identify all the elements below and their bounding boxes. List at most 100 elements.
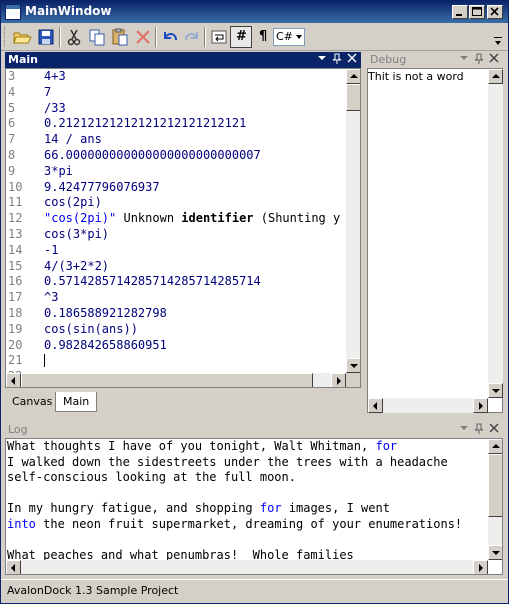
scroll-down-button[interactable] (488, 383, 503, 398)
debug-output[interactable]: Thit is not a word (367, 68, 503, 413)
line-number: 5 (8, 100, 16, 115)
hash-icon: # (236, 29, 247, 44)
code-editor[interactable]: 3 4+3 4 7 5/33 6 0.21212121212121212121212121 7… (5, 68, 361, 388)
arrow-down-icon (492, 551, 500, 555)
code-text: 0.982842658860951 (44, 337, 167, 352)
paste-button[interactable] (109, 26, 131, 48)
pin-icon (332, 53, 342, 64)
plain-text: (Shunting y (253, 211, 341, 226)
log-vertical-scrollbar[interactable] (488, 439, 502, 560)
debug-pane-header[interactable]: Debug (367, 52, 503, 68)
save-button[interactable] (35, 26, 57, 48)
code-text: "cos(2pi)" Unknown identifier (Shunting … (44, 211, 340, 227)
line-numbers-toggle[interactable]: # (230, 26, 252, 48)
status-text: AvalonDock 1.3 Sample Project (7, 584, 179, 597)
log-line: into the neon fruit supermarket, dreamin… (6, 517, 488, 533)
word-wrap-button[interactable] (208, 26, 230, 48)
scroll-thumb[interactable] (21, 373, 313, 387)
scroll-right-button[interactable] (473, 560, 488, 574)
code-line: 19 cos(sin(ans)) (6, 322, 346, 338)
code-line: 13 cos(3*pi) (6, 227, 346, 243)
tab-canvas[interactable]: Canvas (5, 392, 59, 412)
scroll-down-button[interactable] (346, 358, 360, 373)
pin-button[interactable] (472, 53, 486, 67)
chevron-down-icon (460, 426, 468, 430)
arrow-right-icon (479, 402, 483, 410)
code-text: cos(2pi) (44, 195, 102, 210)
undo-button[interactable] (159, 26, 181, 48)
scroll-left-button[interactable] (6, 373, 21, 387)
scroll-up-button[interactable] (346, 69, 360, 84)
code-line: 3 4+3 (6, 69, 346, 85)
toolbar-grip[interactable] (4, 27, 7, 47)
delete-button[interactable] (132, 26, 154, 48)
language-select[interactable]: C# (273, 28, 305, 46)
scroll-thumb[interactable] (346, 84, 360, 111)
log-line-text: self-conscious looking at the full moon. (7, 470, 296, 484)
line-number: 4 (8, 84, 16, 99)
editor-horizontal-scrollbar[interactable] (6, 373, 346, 387)
pane-close-button[interactable] (345, 53, 359, 67)
close-icon (489, 423, 499, 433)
code-text: 7 (44, 84, 52, 99)
code-text: 14 / ans (44, 132, 102, 147)
code-text: 66.000000000000000000000000007 (44, 147, 261, 162)
chevron-down-icon (318, 56, 326, 60)
debug-vertical-scrollbar[interactable] (488, 69, 503, 398)
debug-horizontal-scrollbar[interactable] (368, 398, 488, 413)
line-number: 3 (8, 69, 16, 83)
editor-vertical-scrollbar[interactable] (346, 69, 360, 373)
redo-button[interactable] (181, 26, 203, 48)
log-output[interactable]: What thoughts I have of you tonight, Wal… (5, 438, 503, 575)
log-horizontal-scrollbar[interactable] (6, 560, 488, 574)
log-pane-header[interactable]: Log (5, 422, 503, 438)
line-number: 18 (8, 305, 23, 320)
scroll-right-button[interactable] (331, 373, 346, 387)
maximize-button[interactable] (469, 5, 485, 19)
line-number: 10 (8, 179, 23, 194)
title-bar[interactable]: MainWindow (1, 1, 508, 23)
toolbar-overflow-icon[interactable] (494, 37, 502, 47)
scroll-left-button[interactable] (6, 560, 21, 574)
code-line: 6 0.21212121212121212121212121 (6, 116, 346, 132)
status-bar: AvalonDock 1.3 Sample Project (1, 579, 508, 603)
scroll-down-button[interactable] (488, 545, 502, 560)
log-line-text: I walked down the sidestreets under the … (7, 454, 448, 469)
main-pane-header[interactable]: Main (5, 52, 361, 68)
line-number: 11 (8, 195, 23, 210)
open-button[interactable] (11, 26, 33, 48)
pane-close-button[interactable] (487, 53, 501, 67)
tab-main[interactable]: Main (55, 392, 98, 412)
scroll-up-button[interactable] (488, 439, 502, 454)
pane-menu-button[interactable] (457, 423, 471, 437)
chevron-down-icon (296, 35, 302, 39)
scroll-right-button[interactable] (473, 398, 488, 413)
code-line: 8 66.000000000000000000000000007 (6, 148, 346, 164)
show-whitespace-button[interactable]: ¶ (253, 26, 275, 48)
pane-menu-button[interactable] (315, 53, 329, 67)
pane-menu-button[interactable] (457, 53, 471, 67)
scroll-up-button[interactable] (488, 69, 503, 84)
scroll-left-button[interactable] (368, 398, 383, 413)
pane-close-button[interactable] (487, 423, 501, 437)
scroll-thumb[interactable] (488, 454, 502, 517)
language-select-value: C# (276, 30, 293, 43)
pin-button[interactable] (330, 53, 344, 67)
copy-button[interactable] (86, 26, 108, 48)
arrow-right-icon (337, 377, 341, 385)
code-line: 21 (6, 353, 346, 369)
close-button[interactable] (487, 5, 503, 19)
code-text: 0.21212121212121212121212121 (44, 116, 247, 131)
window-app-icon[interactable] (5, 4, 21, 20)
close-icon (347, 53, 357, 63)
horizontal-splitter[interactable] (1, 415, 508, 421)
scroll-corner (346, 373, 360, 387)
code-text: cos(sin(ans)) (44, 321, 138, 336)
main-window: MainWindow # ¶ C# Main 3 4+3 4 7 5 /33 6… (0, 0, 509, 604)
minimize-button[interactable] (452, 5, 468, 19)
pin-button[interactable] (472, 423, 486, 437)
pilcrow-icon: ¶ (259, 29, 268, 44)
code-line: 18 0.186588921282798 (6, 306, 346, 322)
cut-button[interactable] (63, 26, 85, 48)
